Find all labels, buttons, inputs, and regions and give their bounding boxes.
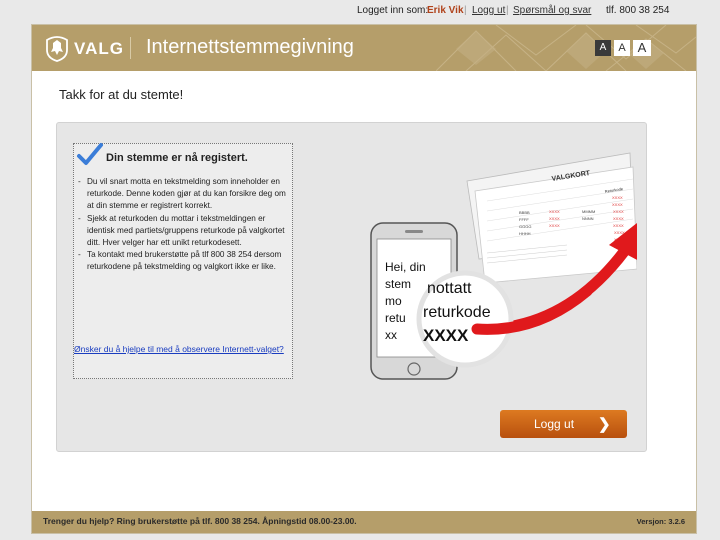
card-code: XXXX: [613, 209, 624, 214]
card-party: GGGG: [519, 224, 531, 229]
phone-text-line: retu: [385, 311, 406, 325]
observe-election-link[interactable]: Ønsker du å hjelpe til med å observere I…: [74, 343, 286, 356]
card-code: NNNN: [582, 216, 594, 221]
user-name: Erik Vik: [427, 5, 464, 16]
card-code: XXXX: [613, 223, 624, 228]
phone-text-line: xx: [385, 328, 397, 342]
card-code: XXXX: [549, 216, 560, 221]
phone-text-line: stem: [385, 277, 411, 291]
phone-text-line: mo: [385, 294, 402, 308]
page-title: Internettstemmegivning: [146, 36, 354, 58]
logout-link[interactable]: Logg ut: [472, 5, 505, 16]
font-size-small-button[interactable]: A: [595, 40, 611, 56]
phone-text-line: Hei, din: [385, 260, 426, 274]
logout-button[interactable]: Logg ut ❯: [500, 410, 627, 438]
header: VALG Internettstemmegivning A A A: [32, 25, 696, 71]
logout-button-label: Logg ut: [534, 417, 575, 431]
card-code: XXXX: [549, 223, 560, 228]
card-code: XXXX: [612, 195, 623, 200]
main-frame: VALG Internettstemmegivning A A A Takk f…: [31, 24, 697, 534]
list-item: Du vil snart motta en tekstmelding som i…: [78, 176, 290, 213]
list-item: Sjekk at returkoden du mottar i tekstmel…: [78, 213, 290, 250]
card-code: MMMM: [582, 209, 595, 214]
support-phone: tlf. 800 38 254: [606, 5, 670, 16]
chevron-right-icon: ❯: [598, 416, 611, 433]
card-party: HHHH: [519, 231, 531, 236]
faq-link[interactable]: Spørsmål og svar: [513, 5, 591, 16]
confirmation-panel: Din stemme er nå registert. Du vil snart…: [56, 122, 647, 452]
magnifier-image: nottatt returkode XXXX: [416, 270, 514, 368]
magnified-text: nottatt: [427, 280, 472, 297]
font-size-medium-button[interactable]: A: [614, 40, 630, 56]
info-list: Du vil snart motta en tekstmelding som i…: [78, 176, 290, 274]
checkmark-icon: [77, 143, 103, 165]
card-party: BBBB: [519, 210, 530, 215]
list-item: Ta kontakt med brukerstøtte på tlf 800 3…: [78, 249, 290, 273]
magnified-text: returkode: [423, 304, 491, 321]
help-text: Trenger du hjelp? Ring brukerstøtte på t…: [43, 516, 357, 526]
card-party: FFFF: [519, 217, 529, 222]
header-decoration: [436, 25, 696, 71]
info-title: Din stemme er nå registert.: [106, 152, 248, 164]
version-text: Versjon: 3.2.6: [636, 517, 685, 526]
card-code: XXXX: [613, 216, 624, 221]
card-code: XXXX: [612, 202, 623, 207]
separator: |: [464, 5, 467, 16]
header-divider: [130, 37, 131, 59]
logged-in-label: Logget inn som:: [357, 5, 429, 16]
coat-of-arms-logo: [46, 36, 68, 62]
thanks-heading: Takk for at du stemte!: [59, 87, 184, 102]
magnified-code: XXXX: [423, 326, 469, 345]
card-code: XXXX: [549, 209, 560, 214]
separator: |: [506, 5, 509, 16]
return-code-illustration: VALGKORT Returkode XXXX XXXX XXXX XXXX X…: [370, 152, 637, 380]
brand-text: VALG: [74, 39, 124, 58]
top-bar: Logget inn som: Erik Vik | Logg ut | Spø…: [0, 0, 720, 22]
font-size-large-button[interactable]: A: [633, 40, 651, 56]
info-box: Din stemme er nå registert. Du vil snart…: [73, 143, 293, 379]
footer: Trenger du hjelp? Ring brukerstøtte på t…: [32, 511, 696, 533]
